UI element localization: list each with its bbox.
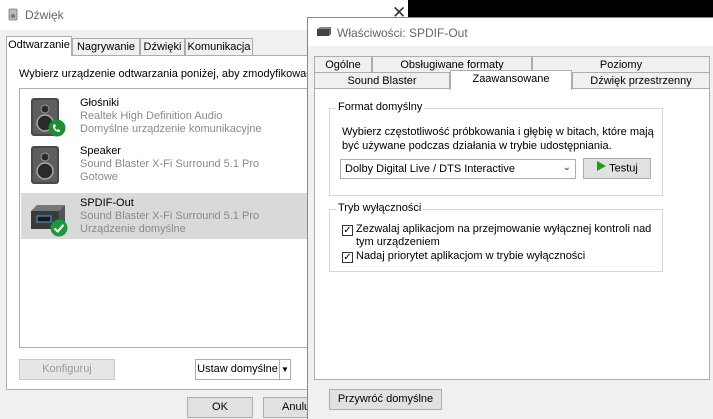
device-status: Domyślne urządzenie komunikacyjne [80, 123, 262, 135]
device-status: Gotowe [80, 171, 118, 183]
tab-sound-blaster[interactable]: Sound Blaster [314, 72, 450, 89]
tab-general[interactable]: Ogólne [314, 56, 372, 73]
format-select-value: Dolby Digital Live / DTS Interactive [345, 163, 515, 175]
tab-spatial-sound[interactable]: Dźwięk przestrzenny [572, 72, 710, 89]
test-button[interactable]: Testuj [583, 158, 651, 179]
phone-badge-icon [48, 119, 66, 140]
list-item[interactable]: Speaker Sound Blaster X-Fi Surround 5.1 … [21, 142, 317, 192]
device-list[interactable]: Głośniki Realtek High Definition Audio D… [19, 88, 319, 348]
digital-output-small-icon [316, 27, 332, 40]
speaker-app-icon [8, 8, 18, 21]
sound-tabs: Odtwarzanie Nagrywanie Dźwięki Komunikac… [6, 36, 306, 56]
device-name: Speaker [80, 145, 121, 157]
exclusive-mode-group: Tryb wyłączności ✓ Zezwalaj aplikacjom n… [329, 202, 663, 272]
properties-tabs-row2: Sound Blaster Zaawansowane Dźwięk przest… [314, 70, 710, 90]
configure-button[interactable]: Konfiguruj [19, 359, 115, 380]
test-label: Testuj [609, 162, 638, 175]
device-status: Urządzenie domyślne [80, 223, 186, 235]
properties-titlebar[interactable]: Właściwości: SPDIF-Out [308, 18, 713, 46]
list-item[interactable]: SPDIF-Out Sound Blaster X-Fi Surround 5.… [21, 193, 317, 239]
list-item[interactable]: Głośniki Realtek High Definition Audio D… [21, 92, 317, 142]
chevron-down-icon: ⌄ [562, 162, 571, 173]
play-icon [596, 159, 607, 178]
properties-title: Właściwości: SPDIF-Out [337, 26, 468, 40]
set-default-button[interactable]: Ustaw domyślne [195, 359, 279, 380]
tab-playback[interactable]: Odtwarzanie [6, 36, 72, 56]
exclusive-control-label[interactable]: Zezwalaj aplikacjom na przejmowanie wyłą… [356, 223, 656, 249]
default-format-legend: Format domyślny [336, 101, 425, 113]
ok-button[interactable]: OK [187, 397, 253, 418]
tab-communications[interactable]: Komunikacja [185, 38, 253, 55]
exclusive-mode-legend: Tryb wyłączności [336, 202, 424, 214]
sound-title: Dźwięk [25, 8, 64, 22]
instruction-text: Wybierz urządzenie odtwarzania poniżej, … [19, 68, 312, 80]
properties-dialog: Właściwości: SPDIF-Out Ogólne Obsługiwan… [307, 17, 713, 419]
device-name: Głośniki [80, 97, 120, 109]
speaker-icon [29, 145, 65, 190]
default-format-group: Format domyślny Wybierz częstotliwość pr… [329, 101, 663, 196]
exclusive-priority-label[interactable]: Nadaj priorytet aplikacjom w trybie wyłą… [356, 250, 585, 262]
device-name: SPDIF-Out [80, 197, 134, 209]
restore-defaults-button[interactable]: Przywróć domyślne [329, 389, 442, 410]
device-driver: Realtek High Definition Audio [80, 110, 223, 122]
advanced-tab-panel: Format domyślny Wybierz częstotliwość pr… [314, 88, 710, 410]
cancel-button[interactable]: Anulu [263, 397, 310, 418]
tab-recording[interactable]: Nagrywanie [72, 38, 140, 55]
exclusive-priority-checkbox[interactable]: ✓ [342, 252, 353, 263]
device-driver: Sound Blaster X-Fi Surround 5.1 Pro [80, 158, 260, 170]
check-badge-icon [50, 219, 68, 240]
dropdown-arrow-icon: ▼ [281, 365, 289, 374]
exclusive-control-checkbox[interactable]: ✓ [342, 225, 353, 236]
format-select[interactable]: Dolby Digital Live / DTS Interactive ⌄ [340, 159, 576, 179]
default-format-description: Wybierz częstotliwość próbkowania i głęb… [342, 126, 654, 152]
set-default-dropdown[interactable]: ▼ [279, 359, 291, 380]
device-driver: Sound Blaster X-Fi Surround 5.1 Pro [80, 210, 260, 222]
tab-sounds[interactable]: Dźwięki [140, 38, 185, 55]
tab-advanced[interactable]: Zaawansowane [450, 70, 572, 90]
